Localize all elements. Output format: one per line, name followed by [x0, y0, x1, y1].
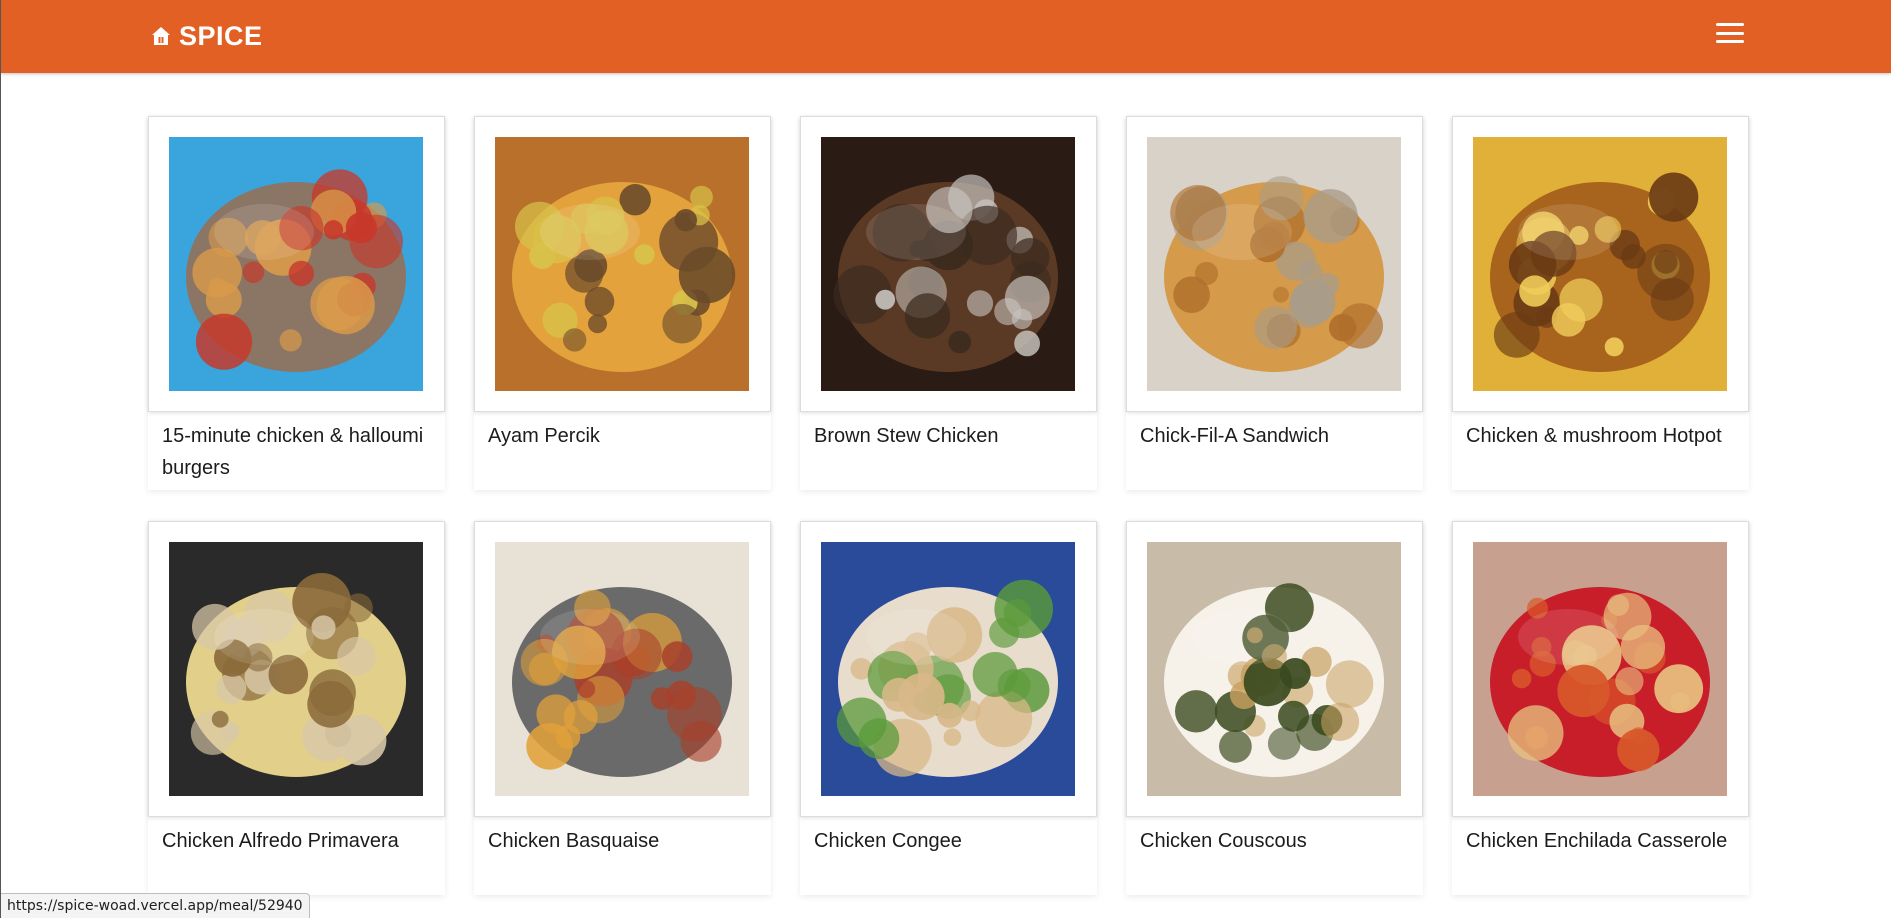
- stew-photo: [821, 137, 1075, 391]
- meal-title: Chicken Enchilada Casserole: [1466, 830, 1728, 852]
- meal-image: [495, 542, 749, 796]
- enchilada-photo: [1473, 542, 1727, 796]
- meal-title: Chicken Couscous: [1140, 830, 1307, 852]
- meal-image-frame: [800, 521, 1097, 817]
- congee-photo: [821, 542, 1075, 796]
- brand-home-link[interactable]: SPICE: [151, 19, 263, 53]
- meal-image: [1147, 137, 1401, 391]
- meal-card[interactable]: Ayam Percik: [474, 116, 771, 490]
- meal-image: [1473, 137, 1727, 391]
- meal-image-frame: [800, 116, 1097, 412]
- couscous-photo: [1147, 542, 1401, 796]
- meal-card[interactable]: Chicken & mushroom Hotpot: [1452, 116, 1749, 490]
- browser-viewport: SPICE 15-minute chicken & halloumi burge…: [0, 0, 1891, 918]
- meal-image: [821, 137, 1075, 391]
- hotpot-photo: [1473, 137, 1727, 391]
- grilled-chicken-photo: [495, 137, 749, 391]
- meal-card[interactable]: Chick-Fil-A Sandwich: [1126, 116, 1423, 490]
- sandwich-photo: [1147, 137, 1401, 391]
- meal-image-frame: [148, 116, 445, 412]
- top-navbar: SPICE: [1, 0, 1891, 73]
- meal-card[interactable]: Chicken Couscous: [1126, 521, 1423, 895]
- meal-card[interactable]: Chicken Alfredo Primavera: [148, 521, 445, 895]
- meal-title: Chicken Basquaise: [488, 830, 660, 852]
- meal-image: [169, 137, 423, 391]
- meal-card[interactable]: Brown Stew Chicken: [800, 116, 1097, 490]
- meal-title: Chick-Fil-A Sandwich: [1140, 425, 1329, 447]
- meal-image-frame: [1452, 521, 1749, 817]
- casserole-photo: [495, 542, 749, 796]
- meal-image: [495, 137, 749, 391]
- meal-card[interactable]: Chicken Basquaise: [474, 521, 771, 895]
- meal-image: [821, 542, 1075, 796]
- pasta-pan-photo: [169, 542, 423, 796]
- meal-image-frame: [1452, 116, 1749, 412]
- meal-image: [1473, 542, 1727, 796]
- brand-name: SPICE: [179, 21, 263, 51]
- meal-title: Ayam Percik: [488, 425, 600, 447]
- meal-card[interactable]: Chicken Enchilada Casserole: [1452, 521, 1749, 895]
- meal-grid: 15-minute chicken & halloumi burgers Aya…: [148, 116, 1749, 895]
- meal-title: Chicken Congee: [814, 830, 962, 852]
- meal-title: Chicken & mushroom Hotpot: [1466, 425, 1722, 447]
- home-icon: [151, 26, 171, 46]
- meal-image-frame: [148, 521, 445, 817]
- meal-image-frame: [474, 521, 771, 817]
- meal-image: [169, 542, 423, 796]
- meal-image-frame: [1126, 521, 1423, 817]
- meal-title: Brown Stew Chicken: [814, 425, 999, 447]
- meal-title: Chicken Alfredo Primavera: [162, 830, 399, 852]
- meal-title: 15-minute chicken & halloumi burgers: [162, 425, 424, 479]
- meal-card[interactable]: 15-minute chicken & halloumi burgers: [148, 116, 445, 490]
- meal-image-frame: [474, 116, 771, 412]
- meal-card[interactable]: Chicken Congee: [800, 521, 1097, 895]
- hamburger-menu-icon[interactable]: [1714, 20, 1746, 46]
- burger-photo: [169, 137, 423, 391]
- link-status-bar: https://spice-woad.vercel.app/meal/52940: [1, 893, 310, 918]
- meal-image-frame: [1126, 116, 1423, 412]
- meal-image: [1147, 542, 1401, 796]
